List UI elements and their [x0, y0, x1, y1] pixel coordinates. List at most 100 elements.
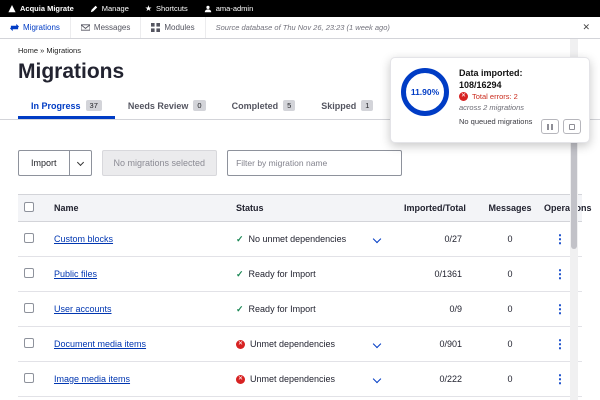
breadcrumb-home-link[interactable]: Home [18, 46, 38, 55]
messages-count: 0 [482, 256, 538, 292]
migration-name-link[interactable]: Custom blocks [54, 234, 113, 244]
progress-percent: 11.90% [410, 87, 440, 97]
manage-label: Manage [101, 4, 129, 13]
module-toolbar: Migrations Messages Modules Source datab… [0, 17, 600, 39]
chevron-down-icon[interactable] [372, 339, 382, 349]
status-text: Ready for Import [248, 304, 316, 314]
total-errors-line[interactable]: ✕ Total errors: 2 [459, 92, 532, 101]
tab-label: Completed [231, 100, 279, 111]
table-row: Custom blocks ✓ No unmet dependencies 0/… [18, 221, 582, 257]
migration-name-link[interactable]: Document media items [54, 339, 146, 349]
table-header-row: Name Status Imported/Total Messages Oper… [18, 194, 592, 222]
acquia-migrate-brand[interactable]: Acquia Migrate [8, 4, 74, 13]
migration-name-link[interactable]: Public files [54, 269, 97, 279]
imported-total-value: 0/1 [398, 396, 482, 400]
table-row: Image media items ✕ Unmet dependencies 0… [18, 361, 582, 397]
stop-icon [569, 123, 575, 130]
toolbar-modules-label: Modules [164, 23, 195, 32]
status-cell: ✕ Unmet dependencies [236, 339, 392, 349]
row-checkbox[interactable] [24, 233, 34, 243]
row-operations-kebab[interactable]: ⋮ [554, 338, 566, 350]
migration-name-link[interactable]: Image media items [54, 374, 130, 384]
check-icon: ✓ [236, 268, 244, 279]
row-checkbox[interactable] [24, 268, 34, 278]
migration-filter-input[interactable] [227, 150, 403, 176]
messages-count: 0 [482, 361, 538, 397]
admin-toolbar: Acquia Migrate Manage ★ Shortcuts ama-ad… [0, 0, 600, 17]
error-icon: ✕ [236, 339, 245, 349]
status-text: No unmet dependencies [248, 234, 347, 244]
toolbar-item-modules[interactable]: Modules [141, 17, 206, 38]
status-text: Unmet dependencies [250, 339, 336, 349]
status-text: Ready for Import [248, 269, 316, 279]
tab-label: Needs Review [127, 100, 189, 111]
table-row: Document media items ✕ Unmet dependencie… [18, 326, 582, 362]
shortcuts-menu[interactable]: ★ Shortcuts [145, 4, 188, 13]
migrations-table: Name Status Imported/Total Messages Oper… [18, 194, 592, 400]
progress-card-info: Data imported: 108/16294 ✕ Total errors:… [459, 68, 532, 132]
chevron-down-icon[interactable] [372, 234, 382, 244]
across-migrations-note: across 2 migrations [459, 103, 525, 112]
pause-icon [547, 123, 553, 130]
status-cell: ✓ Ready for Import [236, 269, 392, 280]
check-icon: ✓ [236, 303, 244, 314]
row-checkbox[interactable] [24, 303, 34, 313]
imported-total-value: 0/27 [398, 221, 482, 257]
imported-total-value: 0/1361 [398, 256, 482, 292]
col-header-imported: Imported/Total [398, 194, 482, 222]
progress-ring: 11.90% [401, 68, 449, 116]
row-checkbox[interactable] [24, 338, 34, 348]
data-imported-value: 108/16294 [459, 80, 502, 90]
imported-total-value: 0/9 [398, 291, 482, 327]
import-dropdown-button[interactable]: Import [18, 150, 92, 176]
user-label: ama-admin [215, 4, 254, 13]
import-caret[interactable] [68, 151, 91, 175]
row-operations-kebab[interactable]: ⋮ [554, 373, 566, 385]
status-cell: ✕ Unmet dependencies [236, 374, 392, 384]
tab-count-badge: 5 [283, 100, 296, 111]
imported-total-value: 0/901 [398, 326, 482, 362]
envelope-icon [80, 24, 90, 31]
action-bar: Import No migrations selected [0, 150, 600, 176]
queued-migrations-note: No queued migrations [459, 117, 533, 126]
total-errors-label: Total errors: 2 [472, 92, 518, 101]
messages-count: 0 [482, 221, 538, 257]
manage-menu[interactable]: Manage [90, 4, 129, 13]
chevron-down-icon[interactable] [372, 374, 382, 384]
tab-in-progress[interactable]: In Progress 37 [18, 94, 115, 119]
error-icon: ✕ [459, 92, 468, 101]
pause-button[interactable] [541, 119, 559, 134]
table-row: Public files ✓ Ready for Import 0/1361 0… [18, 256, 582, 292]
row-checkbox[interactable] [24, 373, 34, 383]
status-cell: ✓ Ready for Import [236, 304, 392, 315]
toolbar-migrations-label: Migrations [23, 23, 60, 32]
import-progress-card: 11.90% Data imported: 108/16294 ✕ Total … [390, 57, 590, 143]
select-all-checkbox[interactable] [24, 202, 34, 212]
toolbar-item-messages[interactable]: Messages [71, 17, 142, 38]
error-icon: ✕ [236, 374, 245, 384]
tab-needs-review[interactable]: Needs Review 0 [115, 94, 219, 119]
breadcrumb: Home » Migrations [0, 39, 600, 55]
tab-completed[interactable]: Completed 5 [219, 94, 309, 119]
tab-skipped[interactable]: Skipped 1 [308, 94, 386, 119]
breadcrumb-current: Migrations [46, 46, 81, 55]
stop-button[interactable] [563, 119, 581, 134]
scrollbar-thumb[interactable] [571, 134, 577, 249]
import-label: Import [31, 158, 57, 168]
toolbar-item-migrations[interactable]: Migrations [0, 17, 71, 38]
brand-label: Acquia Migrate [20, 4, 74, 13]
messages-count: 0 [482, 396, 538, 400]
col-header-status: Status [230, 194, 398, 222]
table-row: Private files ✕ Unmet dependencies 0/1 0… [18, 396, 582, 400]
row-operations-kebab[interactable]: ⋮ [554, 233, 566, 245]
migration-name-link[interactable]: User accounts [54, 304, 112, 314]
messages-count: 0 [482, 326, 538, 362]
row-operations-kebab[interactable]: ⋮ [554, 268, 566, 280]
person-icon [204, 5, 211, 12]
row-operations-kebab[interactable]: ⋮ [554, 303, 566, 315]
col-header-messages: Messages [482, 194, 538, 222]
migrations-icon [10, 23, 19, 32]
close-icon[interactable]: ✕ [582, 22, 590, 33]
table-row: User accounts ✓ Ready for Import 0/9 0 ⋮ [18, 291, 582, 327]
user-menu[interactable]: ama-admin [204, 4, 254, 13]
